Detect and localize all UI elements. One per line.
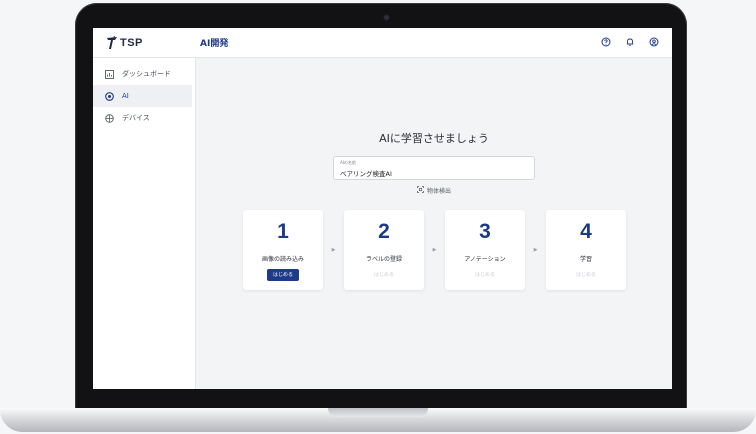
sidebar: ダッシュボード AI デバイス — [93, 58, 196, 389]
detection-type-label: 物体検出 — [426, 188, 451, 195]
step-number: 3 — [479, 220, 491, 243]
start-button-step-2: はじめる — [373, 272, 394, 278]
ai-name-label: AIの名前 — [340, 160, 356, 165]
ai-name-value[interactable]: ベアリング検査AI — [340, 168, 528, 178]
main-content: AIに学習させましょう AIの名前 ベアリング検査AI 物体検出 1 画像の読み… — [196, 58, 672, 389]
bell-icon[interactable] — [624, 35, 636, 49]
sidebar-item-ai[interactable]: AI — [93, 85, 192, 107]
step-card-1: 1 画像の読み込み はじめる — [243, 210, 323, 290]
step-card-3: 3 アノテーション はじめる — [445, 210, 525, 290]
topbar-icons — [600, 35, 660, 49]
camera-icon — [384, 15, 389, 20]
main-heading: AIに学習させましょう — [379, 132, 489, 145]
step-label: 画像の読み込み — [261, 256, 304, 263]
start-button-step-3: はじめる — [474, 272, 495, 278]
chevron-right-icon: ▶ — [533, 247, 538, 253]
step-list: 1 画像の読み込み はじめる ▶ 2 ラベルの登録 はじめる ▶ 3 アノテーシ… — [243, 210, 626, 290]
sidebar-item-label: AI — [122, 92, 129, 100]
screen: TSP AI開発 ダッシュボード AI デバイス AIに学習させましょう AIの… — [93, 28, 672, 389]
sidebar-item-label: デバイス — [122, 114, 150, 122]
device-icon — [104, 113, 114, 123]
object-detection-icon — [417, 186, 424, 195]
chevron-right-icon: ▶ — [432, 247, 437, 253]
ai-icon — [104, 91, 114, 101]
logo[interactable]: TSP — [106, 34, 143, 52]
logo-mark-icon — [106, 36, 118, 50]
ai-name-field[interactable]: AIの名前 ベアリング検査AI — [333, 156, 535, 180]
page-title: AI開発 — [200, 39, 229, 49]
dashboard-icon — [104, 69, 114, 79]
step-label: 学習 — [579, 256, 592, 263]
topbar: TSP AI開発 — [93, 28, 672, 58]
sidebar-item-dashboard[interactable]: ダッシュボード — [93, 63, 192, 85]
step-number: 1 — [277, 220, 289, 243]
account-icon[interactable] — [648, 35, 660, 49]
help-icon[interactable] — [600, 35, 612, 49]
step-card-4: 4 学習 はじめる — [546, 210, 626, 290]
logo-text: TSP — [120, 37, 143, 49]
step-number: 2 — [378, 220, 390, 243]
detection-type[interactable]: 物体検出 — [196, 186, 672, 195]
step-card-2: 2 ラベルの登録 はじめる — [344, 210, 424, 290]
laptop-notch — [328, 408, 428, 417]
sidebar-item-device[interactable]: デバイス — [93, 107, 192, 129]
step-label: アノテーション — [464, 256, 506, 263]
start-button-step-1[interactable]: はじめる — [267, 269, 299, 281]
step-label: ラベルの登録 — [365, 256, 402, 263]
step-number: 4 — [580, 220, 592, 243]
chevron-right-icon: ▶ — [331, 247, 336, 253]
sidebar-item-label: ダッシュボード — [122, 70, 171, 78]
start-button-step-4: はじめる — [575, 272, 596, 278]
